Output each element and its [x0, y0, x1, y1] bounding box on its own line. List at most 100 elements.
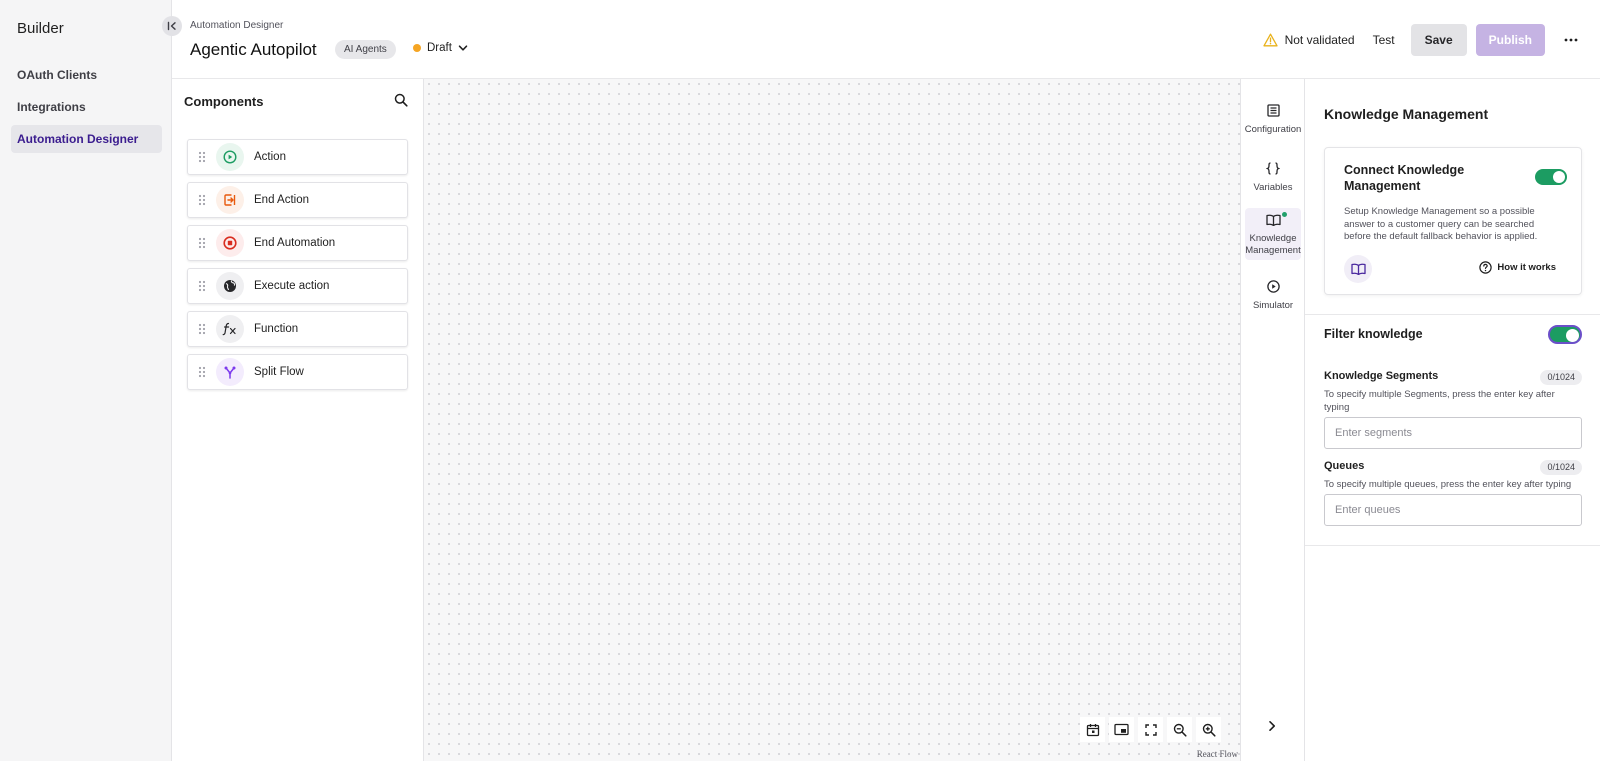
category-tag: AI Agents [335, 40, 396, 59]
book-icon [1265, 212, 1287, 230]
expand-panel-button[interactable] [1266, 719, 1278, 737]
components-search-button[interactable] [394, 93, 408, 112]
status-label: Draft [427, 42, 452, 54]
fit-view-button[interactable] [1138, 717, 1163, 742]
drag-handle-icon[interactable] [188, 237, 216, 249]
more-options-button[interactable] [1561, 30, 1581, 50]
rail-item-simulator[interactable]: Simulator [1245, 274, 1301, 318]
component-action[interactable]: Action [187, 139, 408, 175]
segments-label: Knowledge Segments [1324, 370, 1439, 382]
queues-label: Queues [1324, 460, 1365, 472]
sidebar-item-integrations[interactable]: Integrations [11, 93, 162, 121]
drag-handle-icon[interactable] [188, 151, 216, 163]
fullscreen-icon [1144, 723, 1157, 736]
how-it-works-label: How it works [1497, 262, 1556, 273]
zoom-out-button[interactable] [1167, 717, 1192, 742]
component-end-automation[interactable]: End Automation [187, 225, 408, 261]
toggle-knob [1553, 171, 1565, 183]
panel-title: Knowledge Management [1324, 106, 1489, 122]
search-icon [394, 93, 408, 107]
filter-knowledge-toggle[interactable] [1548, 325, 1582, 344]
connect-km-toggle[interactable] [1535, 169, 1567, 185]
page-title: Agentic Autopilot [190, 40, 317, 59]
warning-icon [1262, 33, 1278, 47]
braces-icon [1265, 162, 1281, 179]
help-circle-icon [1479, 261, 1493, 274]
picture-in-picture-icon [1114, 723, 1129, 736]
section-divider [1305, 545, 1600, 546]
page-header: Automation Designer Agentic Autopilot AI… [172, 0, 1600, 79]
rail-label: Knowledge Management [1245, 233, 1301, 256]
zoom-in-button[interactable] [1196, 717, 1221, 742]
segments-help: To specify multiple Segments, press the … [1324, 389, 1555, 413]
zoom-out-icon [1173, 723, 1187, 737]
drag-handle-icon[interactable] [188, 280, 216, 292]
status-dot [413, 44, 421, 52]
rail-label: Variables [1253, 182, 1293, 193]
component-function[interactable]: Function [187, 311, 408, 347]
knowledge-management-panel: Knowledge Management Connect Knowledge M… [1305, 79, 1600, 761]
sidebar-nav: OAuth Clients Integrations Automation De… [11, 61, 162, 157]
save-button[interactable]: Save [1410, 24, 1467, 56]
rail-label: Simulator [1252, 300, 1294, 311]
component-split-flow[interactable]: Split Flow [187, 354, 408, 390]
component-label: End Automation [254, 237, 336, 249]
zoom-in-icon [1202, 723, 1216, 737]
segments-input[interactable] [1324, 417, 1582, 449]
validation-status: Not validated [1262, 33, 1355, 47]
publish-button[interactable]: Publish [1475, 24, 1545, 56]
function-icon [216, 315, 244, 343]
globe-icon [216, 272, 244, 300]
calendar-button[interactable] [1080, 717, 1105, 742]
section-divider [1305, 314, 1600, 315]
settings-rail: Configuration Variables Knowledge Manage… [1240, 79, 1305, 761]
component-label: Split Flow [254, 366, 304, 378]
component-label: Function [254, 323, 299, 335]
react-flow-attribution[interactable]: React Flow [1197, 749, 1238, 759]
component-execute-action[interactable]: Execute action [187, 268, 408, 304]
sidebar-item-oauth-clients[interactable]: OAuth Clients [11, 61, 162, 89]
canvas-controls [1080, 717, 1221, 742]
sidebar-item-automation-designer[interactable]: Automation Designer [11, 125, 162, 153]
card-description: Setup Knowledge Management so a possible… [1344, 206, 1538, 242]
play-icon [1266, 280, 1280, 297]
drag-handle-icon[interactable] [188, 323, 216, 335]
collapse-left-icon [167, 21, 176, 31]
active-badge [1281, 212, 1287, 217]
how-it-works-link[interactable]: How it works [1479, 261, 1556, 274]
queues-input[interactable] [1324, 494, 1582, 526]
header-actions: Not validated Test Save Publish [1262, 24, 1581, 56]
flow-canvas[interactable]: React Flow [424, 79, 1240, 761]
more-horizontal-icon [1564, 38, 1578, 42]
rail-item-variables[interactable]: Variables [1245, 156, 1301, 200]
rail-label: Configuration [1244, 124, 1302, 135]
drag-handle-icon[interactable] [188, 366, 216, 378]
breadcrumb[interactable]: Automation Designer [190, 20, 283, 31]
app-sidebar: Builder OAuth Clients Integrations Autom… [0, 0, 172, 761]
rail-item-configuration[interactable]: Configuration [1245, 98, 1301, 142]
chevron-right-icon [1269, 721, 1275, 731]
components-title: Components [184, 94, 264, 109]
drag-handle-icon[interactable] [188, 194, 216, 206]
queues-counter: 0/1024 [1540, 460, 1582, 475]
exit-icon [216, 186, 244, 214]
collapse-sidebar-button[interactable] [162, 16, 182, 36]
minimap-toggle-button[interactable] [1109, 717, 1134, 742]
component-label: End Action [254, 194, 309, 206]
component-end-action[interactable]: End Action [187, 182, 408, 218]
component-label: Execute action [254, 280, 330, 292]
queues-help: To specify multiple queues, press the en… [1324, 479, 1572, 490]
components-list: Action End Action End Automation Execute… [187, 139, 408, 397]
rail-item-knowledge-management[interactable]: Knowledge Management [1245, 208, 1301, 260]
component-label: Action [254, 151, 286, 163]
brand-title: Builder [17, 20, 64, 37]
connect-km-card: Connect Knowledge Management Setup Knowl… [1324, 147, 1582, 295]
split-icon [216, 358, 244, 386]
filter-knowledge-title: Filter knowledge [1324, 327, 1423, 341]
components-panel: Components Action End Action End Automat… [172, 79, 424, 761]
test-button[interactable]: Test [1373, 33, 1395, 47]
toggle-knob [1565, 328, 1579, 342]
validation-label: Not validated [1284, 33, 1355, 47]
status-dropdown[interactable]: Draft [413, 42, 468, 54]
book-icon [1344, 255, 1372, 283]
